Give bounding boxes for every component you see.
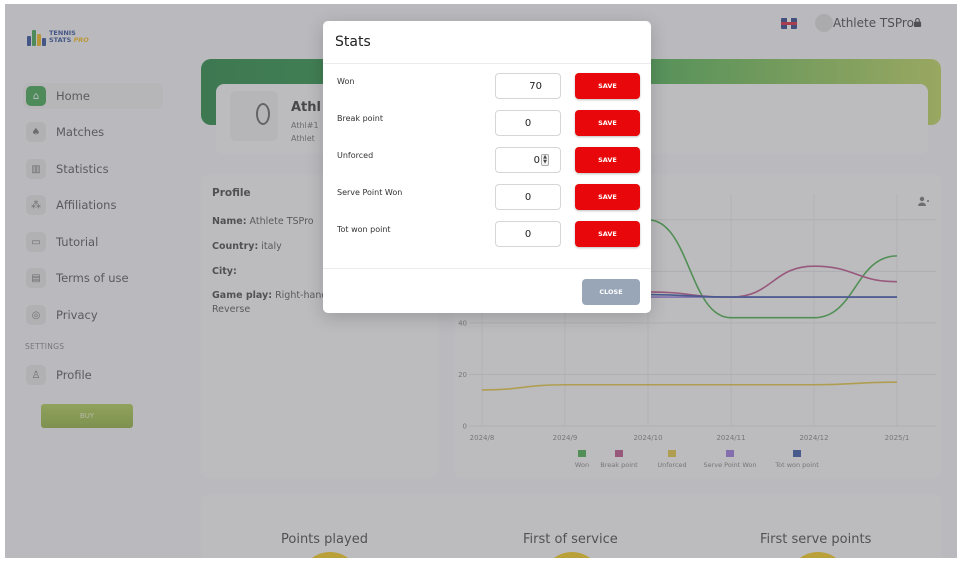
- serve-point-won-label: Serve Point Won: [337, 188, 403, 197]
- unforced-label: Unforced: [337, 151, 374, 160]
- serve-point-won-save-button[interactable]: SAVE: [575, 184, 640, 210]
- tot-won-point-save-button[interactable]: SAVE: [575, 221, 640, 247]
- serve-point-won-input[interactable]: [495, 184, 561, 210]
- tot-won-point-input[interactable]: [495, 221, 561, 247]
- won-label: Won: [337, 77, 355, 86]
- modal-title: Stats: [335, 34, 371, 50]
- modal-header-divider: [323, 63, 651, 64]
- number-spinner-icon[interactable]: ▲ ▼: [541, 154, 549, 166]
- won-input[interactable]: [495, 73, 561, 99]
- stats-modal: Stats Won SAVE Break point SAVE Unforced…: [323, 21, 651, 313]
- unforced-save-button[interactable]: SAVE: [575, 147, 640, 173]
- modal-footer-divider: [323, 268, 651, 269]
- break-point-input[interactable]: [495, 110, 561, 136]
- won-save-button[interactable]: SAVE: [575, 73, 640, 99]
- tot-won-point-label: Tot won point: [337, 225, 391, 234]
- close-button[interactable]: CLOSE: [582, 279, 640, 305]
- break-point-save-button[interactable]: SAVE: [575, 110, 640, 136]
- unforced-input[interactable]: [495, 147, 561, 173]
- break-point-label: Break point: [337, 114, 384, 123]
